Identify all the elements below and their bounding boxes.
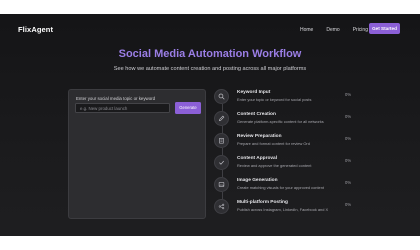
topic-input-label: Enter your social media topic or keyword <box>76 96 156 101</box>
page-subtitle: See how we automate content creation and… <box>113 66 307 72</box>
step-connector <box>221 192 223 199</box>
step-description: Publish across Instagram, LinkedIn, Face… <box>237 207 329 212</box>
clipboard-icon <box>214 133 229 148</box>
pen-icon <box>214 111 229 126</box>
top-margin <box>0 0 420 14</box>
check-icon <box>214 155 229 170</box>
nav-link-home[interactable]: Home <box>300 27 313 33</box>
step-content-creation: Content Creation Generate platform-speci… <box>214 111 364 133</box>
navbar: FlixAgent Home Demo Pricing Get Started <box>0 23 420 41</box>
step-description: Generate platform-specific content for a… <box>237 119 324 124</box>
nav-link-demo[interactable]: Demo <box>326 27 339 33</box>
share-icon <box>214 199 229 214</box>
step-description: Enter your topic or keyword for social p… <box>237 97 312 102</box>
bottom-margin <box>0 236 420 250</box>
step-title: Multi-platform Posting <box>237 200 288 205</box>
step-progress: 0% <box>345 202 352 207</box>
step-connector <box>221 126 223 133</box>
step-review-preparation: Review Preparation Prepare and format co… <box>214 133 364 155</box>
step-title: Content Approval <box>237 156 278 161</box>
page-title: Social Media Automation Workflow <box>118 48 302 60</box>
step-keyword-input: Keyword Input Enter your topic or keywor… <box>214 89 364 111</box>
step-connector <box>221 104 223 111</box>
step-description: Create matching visuals for your approve… <box>237 185 324 190</box>
logo[interactable]: FlixAgent <box>18 25 53 34</box>
nav-link-pricing[interactable]: Pricing <box>353 27 368 33</box>
nav-links: Home Demo Pricing <box>300 27 368 33</box>
step-content-approval: Content Approval Review and approve the … <box>214 155 364 177</box>
step-progress: 0% <box>345 180 352 185</box>
generate-button[interactable]: Generate <box>175 102 201 114</box>
step-progress: 0% <box>345 114 352 119</box>
step-progress: 0% <box>345 136 352 141</box>
get-started-button[interactable]: Get Started <box>369 23 400 34</box>
step-title: Keyword Input <box>237 90 271 95</box>
image-icon <box>214 177 229 192</box>
step-title: Content Creation <box>237 112 276 117</box>
step-multi-platform-posting: Multi-platform Posting Publish across In… <box>214 199 364 221</box>
step-title: Review Preparation <box>237 134 282 139</box>
step-connector <box>221 170 223 177</box>
step-title: Image Generation <box>237 178 278 183</box>
topic-input[interactable] <box>75 103 170 113</box>
step-description: Prepare and format content for review Or… <box>237 141 310 146</box>
step-progress: 0% <box>345 158 352 163</box>
search-icon <box>214 89 229 104</box>
step-image-generation: Image Generation Create matching visuals… <box>214 177 364 199</box>
step-connector <box>221 148 223 155</box>
step-progress: 0% <box>345 92 352 97</box>
input-panel: Enter your social media topic or keyword… <box>68 89 206 219</box>
step-description: Review and approve the generated content <box>237 163 312 168</box>
